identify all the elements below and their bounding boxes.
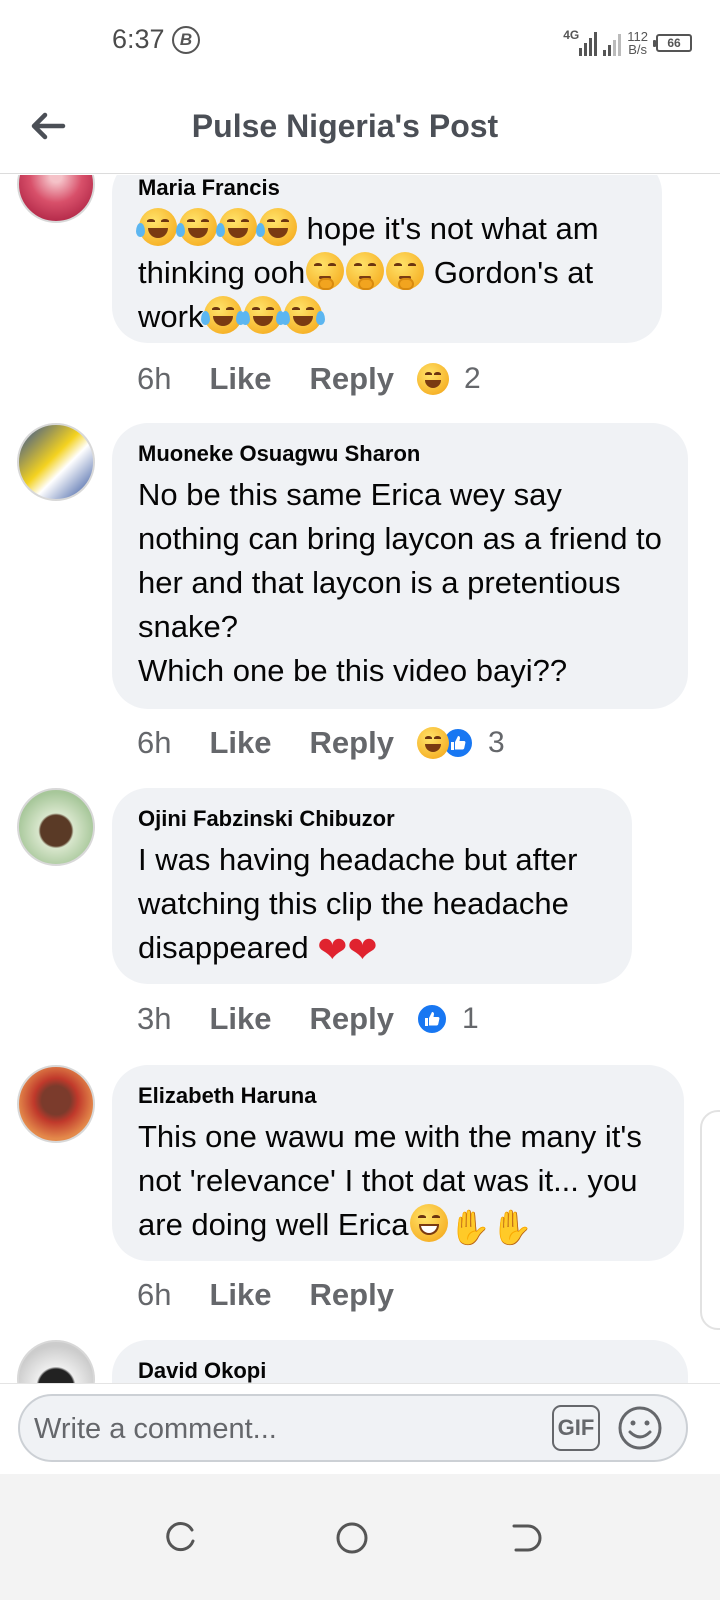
home-icon — [336, 1522, 368, 1554]
comment-text-part: This one wawu me with the many it's not … — [138, 1119, 651, 1242]
comment-bubble[interactable]: Elizabeth Haruna This one wawu me with t… — [112, 1065, 684, 1261]
comment-input-placeholder: Write a comment... — [34, 1413, 277, 1445]
avatar[interactable] — [17, 175, 95, 223]
comment-time: 3h — [137, 1001, 172, 1036]
reply-button[interactable]: Reply — [310, 725, 394, 761]
comment-time: 6h — [137, 725, 172, 760]
thinking-emoji-icon — [305, 252, 425, 290]
comment-text: No be this same Erica wey say nothing ca… — [138, 477, 662, 688]
status-indicators: 4G 112 B/s 66 — [563, 22, 692, 56]
avatar[interactable] — [17, 423, 95, 501]
avatar[interactable] — [17, 788, 95, 866]
status-app-icon: B — [172, 26, 200, 54]
reply-button[interactable]: Reply — [310, 361, 394, 397]
signal-icon-2 — [603, 32, 622, 56]
comment-text: I was having headache but after watching… — [138, 838, 606, 970]
gif-button[interactable]: GIF — [552, 1405, 600, 1451]
comment-text: hope it's not what am thinking ooh Gordo… — [136, 207, 636, 339]
back-nav-button[interactable] — [508, 1520, 544, 1556]
like-button[interactable]: Like — [209, 1001, 271, 1037]
floating-edge-panel — [700, 1110, 720, 1330]
comment-text: This one wawu me with the many it's not … — [138, 1115, 658, 1250]
reactions-summary[interactable]: 2 — [416, 362, 481, 396]
comment-bubble[interactable]: David Okopi — [112, 1340, 688, 1383]
battery-icon: 66 — [653, 34, 692, 52]
comment-bubble[interactable]: Ojini Fabzinski Chibuzor I was having he… — [112, 788, 632, 984]
page-title: Pulse Nigeria's Post — [191, 108, 499, 144]
recents-button[interactable] — [162, 1520, 198, 1556]
comments-list[interactable]: Maria Francis hope it's not what am thin… — [0, 175, 720, 1383]
status-time: 6:37 — [112, 24, 165, 54]
comment-bubble[interactable]: Muoneke Osuagwu Sharon No be this same E… — [112, 423, 688, 709]
comment-author[interactable]: Maria Francis — [138, 175, 636, 201]
signal-icon — [579, 32, 598, 56]
reactions-summary[interactable]: 3 — [416, 726, 505, 760]
comment-author[interactable]: David Okopi — [138, 1358, 662, 1383]
reaction-count: 2 — [463, 362, 481, 395]
reply-button[interactable]: Reply — [310, 1277, 394, 1313]
reactions-summary[interactable]: 1 — [415, 1002, 479, 1036]
comment-time: 6h — [137, 1277, 172, 1312]
recents-icon — [166, 1522, 195, 1552]
heart-emoji-icon: ❤❤ — [317, 929, 378, 970]
back-nav-icon — [512, 1524, 542, 1552]
reaction-count: 1 — [461, 1002, 479, 1035]
comment-composer: Write a comment... GIF — [0, 1383, 720, 1474]
reply-button[interactable]: Reply — [310, 1001, 394, 1037]
post-header: Pulse Nigeria's Post — [0, 80, 720, 174]
comment-bubble[interactable]: Maria Francis hope it's not what am thin… — [112, 175, 662, 343]
grinning-emoji-icon — [409, 1204, 448, 1242]
haha-reaction-icon — [416, 727, 449, 759]
haha-reaction-icon — [416, 363, 449, 395]
status-bar: 6:37 B 4G 112 B/s 66 — [0, 0, 720, 80]
like-reaction-icon — [415, 1003, 448, 1035]
comment-author[interactable]: Ojini Fabzinski Chibuzor — [138, 806, 606, 832]
tears-of-joy-emoji-icon — [201, 296, 326, 334]
comment-author[interactable]: Muoneke Osuagwu Sharon — [138, 441, 662, 467]
network-type: 4G — [563, 28, 580, 42]
comment-actions: 3h Like Reply 1 — [137, 1001, 479, 1037]
comment-actions: 6h Like Reply 3 — [137, 725, 505, 761]
comment-time: 6h — [137, 361, 172, 396]
avatar[interactable] — [17, 1065, 95, 1143]
like-button[interactable]: Like — [209, 725, 271, 761]
like-button[interactable]: Like — [209, 361, 271, 397]
reaction-count: 3 — [487, 726, 505, 759]
avatar[interactable] — [17, 1340, 95, 1383]
comment-input[interactable]: Write a comment... GIF — [18, 1394, 688, 1462]
like-button[interactable]: Like — [209, 1277, 271, 1313]
comment-author[interactable]: Elizabeth Haruna — [138, 1083, 658, 1109]
net-speed: 112 B/s — [627, 30, 648, 56]
system-nav-bar — [0, 1474, 720, 1600]
comment-actions: 6h Like Reply — [137, 1277, 416, 1313]
raising-hands-emoji-icon: ✋✋ — [448, 1209, 534, 1247]
net-speed-unit: B/s — [628, 42, 648, 57]
laugh-emoji-icon — [136, 208, 298, 246]
comment-actions: 6h Like Reply 2 — [137, 361, 481, 397]
smiley-icon — [618, 1406, 662, 1450]
home-button[interactable] — [334, 1520, 370, 1556]
emoji-button[interactable] — [616, 1404, 664, 1452]
